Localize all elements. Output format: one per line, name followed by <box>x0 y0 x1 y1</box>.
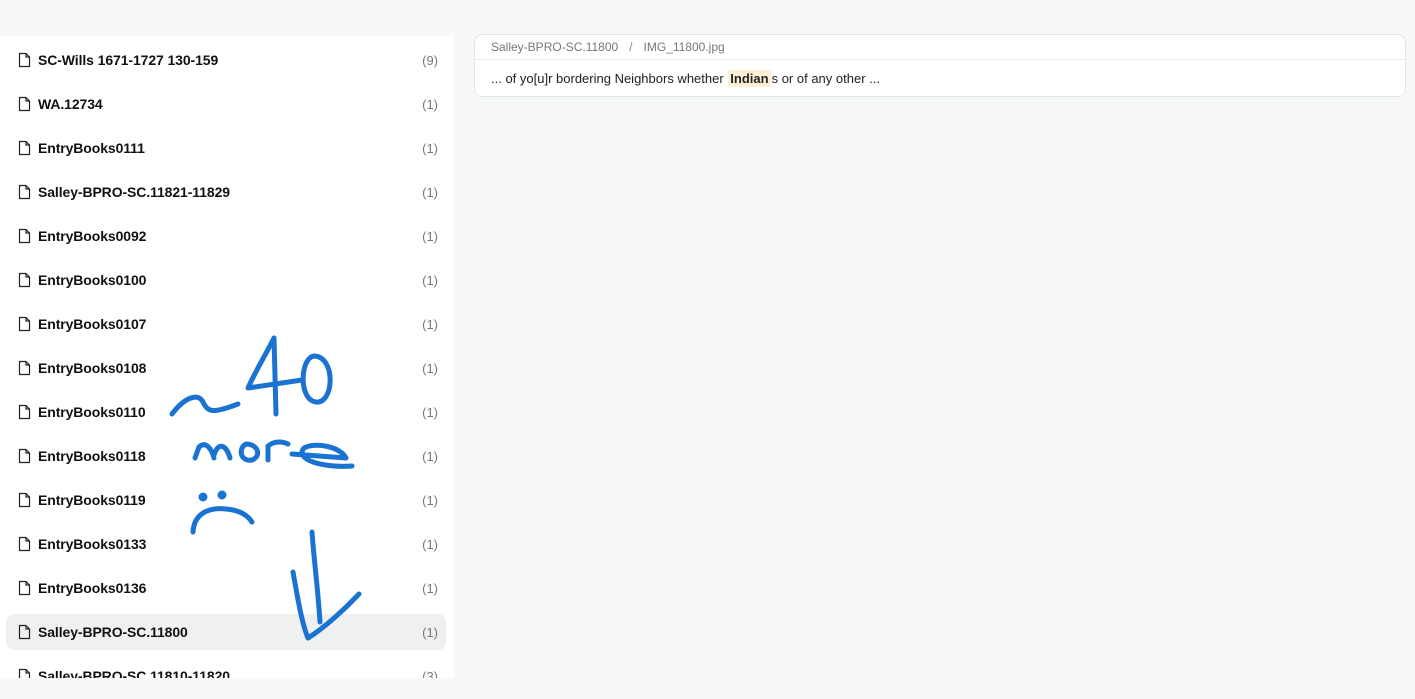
match-count: (1) <box>422 580 438 596</box>
document-list-item[interactable]: EntryBooks0092 (1) <box>6 218 446 254</box>
document-list-item[interactable]: EntryBooks0107 (1) <box>6 306 446 342</box>
breadcrumb-separator: / <box>629 40 633 54</box>
file-icon <box>18 315 34 333</box>
document-list-item[interactable]: EntryBooks0100 (1) <box>6 262 446 298</box>
document-list-item[interactable]: Salley-BPRO-SC.11800 (1) <box>6 614 446 650</box>
match-count: (1) <box>422 492 438 508</box>
document-list-item[interactable]: EntryBooks0111 (1) <box>6 130 446 166</box>
document-list-item[interactable]: Salley-BPRO-SC.11810-11820 (3) <box>6 658 446 678</box>
file-icon <box>18 623 34 641</box>
document-list-item[interactable]: EntryBooks0119 (1) <box>6 482 446 518</box>
document-list-item[interactable]: WA.12734 (1) <box>6 86 446 122</box>
file-icon <box>18 535 34 553</box>
file-icon <box>18 227 34 245</box>
match-count: (9) <box>422 52 438 68</box>
document-name: EntryBooks0110 <box>38 404 146 420</box>
document-sidebar: SC-Wills 1671-1727 130-159 (9) WA.12734 … <box>0 36 454 678</box>
document-name: Salley-BPRO-SC.11810-11820 <box>38 668 230 678</box>
match-count: (1) <box>422 316 438 332</box>
file-icon <box>18 447 34 465</box>
file-icon <box>18 139 34 157</box>
match-count: (1) <box>422 448 438 464</box>
document-list-item[interactable]: EntryBooks0133 (1) <box>6 526 446 562</box>
file-icon <box>18 271 34 289</box>
result-snippet[interactable]: ... of yo[u]r bordering Neighbors whethe… <box>475 60 1405 96</box>
document-name: Salley-BPRO-SC.11821-11829 <box>38 184 230 200</box>
file-icon <box>18 491 34 509</box>
match-count: (1) <box>422 228 438 244</box>
document-name: SC-Wills 1671-1727 130-159 <box>38 52 219 68</box>
document-list-item[interactable]: EntryBooks0118 (1) <box>6 438 446 474</box>
file-icon <box>18 51 34 69</box>
file-icon <box>18 183 34 201</box>
match-count: (3) <box>422 668 438 679</box>
document-name: EntryBooks0136 <box>38 580 147 596</box>
file-icon <box>18 667 34 678</box>
document-list-item[interactable]: EntryBooks0108 (1) <box>6 350 446 386</box>
document-name: EntryBooks0100 <box>38 272 147 288</box>
file-icon <box>18 403 34 421</box>
document-name: EntryBooks0119 <box>38 492 146 508</box>
document-name: EntryBooks0133 <box>38 536 147 552</box>
document-list-item[interactable]: SC-Wills 1671-1727 130-159 (9) <box>6 42 446 78</box>
document-name: Salley-BPRO-SC.11800 <box>38 624 188 640</box>
document-name: EntryBooks0108 <box>38 360 147 376</box>
document-list-item[interactable]: EntryBooks0136 (1) <box>6 570 446 606</box>
file-icon <box>18 359 34 377</box>
match-count: (1) <box>422 360 438 376</box>
snippet-before: ... of yo[u]r bordering Neighbors whethe… <box>491 70 728 86</box>
match-count: (1) <box>422 404 438 420</box>
match-count: (1) <box>422 96 438 112</box>
file-icon <box>18 95 34 113</box>
document-list-item[interactable]: EntryBooks0110 (1) <box>6 394 446 430</box>
search-result-card: Salley-BPRO-SC.11800 / IMG_11800.jpg ...… <box>474 34 1406 97</box>
document-name: EntryBooks0111 <box>38 140 145 156</box>
document-name: WA.12734 <box>38 96 103 112</box>
snippet-after: s or of any other ... <box>771 70 880 86</box>
document-name: EntryBooks0107 <box>38 316 147 332</box>
document-name: EntryBooks0118 <box>38 448 146 464</box>
snippet-highlight: Indian <box>728 69 771 87</box>
match-count: (1) <box>422 184 438 200</box>
document-name: EntryBooks0092 <box>38 228 147 244</box>
breadcrumb-collection[interactable]: Salley-BPRO-SC.11800 <box>491 40 618 54</box>
breadcrumb-file[interactable]: IMG_11800.jpg <box>644 40 725 54</box>
match-count: (1) <box>422 624 438 640</box>
match-count: (1) <box>422 272 438 288</box>
document-list-item[interactable]: Salley-BPRO-SC.11821-11829 (1) <box>6 174 446 210</box>
match-count: (1) <box>422 140 438 156</box>
breadcrumb: Salley-BPRO-SC.11800 / IMG_11800.jpg <box>475 35 1405 60</box>
file-icon <box>18 579 34 597</box>
match-count: (1) <box>422 536 438 552</box>
